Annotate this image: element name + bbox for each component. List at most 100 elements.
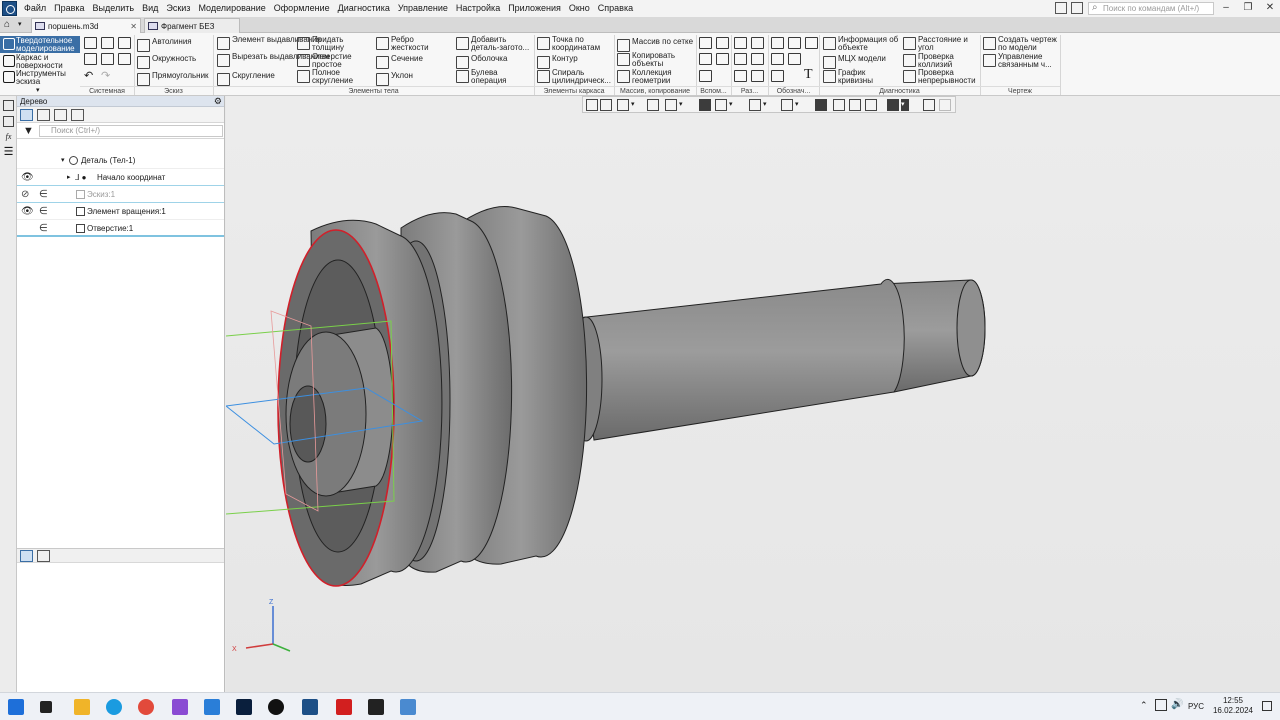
text-icon[interactable]: T (804, 67, 813, 83)
volume-icon[interactable]: 🔊 (1171, 699, 1183, 710)
tray-chevron-icon[interactable]: ⌃ (1140, 700, 1148, 711)
open-folder-icon[interactable] (101, 37, 114, 49)
eye-hidden-icon[interactable]: ⊘ (21, 186, 29, 203)
leader-icon[interactable] (771, 53, 784, 65)
edge-icon[interactable] (106, 699, 122, 715)
mass-properties-button[interactable]: МЦХ модели (822, 55, 886, 69)
tolerance-icon[interactable] (805, 37, 818, 49)
tree-display-icon[interactable] (71, 109, 84, 121)
task-view-icon[interactable] (40, 701, 52, 713)
autoline-button[interactable]: Автолиния (136, 38, 192, 52)
line-icon[interactable] (699, 70, 712, 82)
menu-file[interactable]: Файл (20, 0, 50, 17)
kompas-taskbar-icon[interactable] (302, 699, 318, 715)
zoom-box-icon[interactable] (600, 99, 612, 111)
layers-icon[interactable]: ☰ (3, 147, 14, 159)
photoshop-icon[interactable] (236, 699, 252, 715)
view-cube-icon[interactable] (865, 99, 877, 111)
menu-settings[interactable]: Настройка (452, 0, 504, 17)
mode-solid-modeling[interactable]: Твердотельное моделирование (0, 36, 80, 53)
file-explorer-icon[interactable] (74, 699, 90, 715)
continuity-check-button[interactable]: Проверка непрерывности (902, 69, 982, 85)
filter-dropdown-icon[interactable]: ▾ (901, 99, 909, 111)
measure-icon[interactable] (923, 99, 935, 111)
image-viewer-icon[interactable] (400, 699, 416, 715)
helix-button[interactable]: Спираль цилиндрическ... (536, 69, 612, 85)
draft-button[interactable]: Уклон (375, 72, 413, 86)
3d-viewport[interactable]: Z X (224, 96, 1280, 692)
menu-manage[interactable]: Управление (394, 0, 452, 17)
expand-icon[interactable]: ▸ (67, 169, 71, 186)
zoom-icon[interactable] (617, 99, 629, 111)
tree-item-revolve[interactable]: 👁 ∈ Элемент вращения:1 (17, 203, 224, 220)
maximize-button[interactable]: ❐ (1240, 1, 1256, 15)
shaded-dropdown-icon[interactable]: ▾ (729, 99, 737, 111)
tree-item-sketch[interactable]: ⊘ ∈ Эскиз:1 (17, 186, 224, 203)
menu-help[interactable]: Справка (594, 0, 637, 17)
pan-icon[interactable] (647, 99, 659, 111)
add-blank-button[interactable]: Добавить деталь-загото... (455, 36, 533, 52)
close-button[interactable]: ✕ (1262, 1, 1278, 15)
angle-dimension-icon[interactable] (751, 37, 764, 49)
close-tab-icon[interactable]: ✕ (130, 19, 137, 34)
view-box-icon[interactable] (849, 99, 861, 111)
menu-edit[interactable]: Правка (50, 0, 88, 17)
menu-view[interactable]: Вид (138, 0, 162, 17)
new-document-icon[interactable] (84, 37, 97, 49)
modes-expand-icon[interactable]: ▾ (36, 86, 40, 94)
camera-icon[interactable] (1071, 2, 1083, 14)
system-clock[interactable]: 12:55 16.02.2024 (1212, 696, 1254, 716)
mode-sketch-tools[interactable]: Инструменты эскиза (0, 69, 80, 86)
gear-icon[interactable]: ⚙ (214, 96, 222, 107)
layout-icon[interactable] (1055, 2, 1067, 14)
piston-model[interactable]: Z X (224, 96, 1280, 692)
eye-icon[interactable]: 👁 (21, 203, 34, 220)
command-search-input[interactable]: Поиск по командам (Alt+/) (1088, 2, 1214, 15)
copy-icon[interactable] (101, 53, 114, 65)
rectangle-button[interactable]: Прямоугольник (136, 72, 209, 86)
paste-icon[interactable] (118, 53, 131, 65)
rotate-dropdown-icon[interactable]: ▾ (679, 99, 687, 111)
geometry-collection-button[interactable]: Коллекция геометрии (616, 69, 682, 85)
mark-icon[interactable] (788, 53, 801, 65)
circle-button[interactable]: Окружность (136, 55, 196, 69)
curvature-graph-button[interactable]: График кривизны (822, 69, 888, 85)
fillet-button[interactable]: Скругление (216, 72, 275, 86)
rib-button[interactable]: Ребро жесткости (375, 36, 435, 52)
grid-array-button[interactable]: Массив по сетке (616, 38, 693, 52)
menu-diagnostics[interactable]: Диагностика (334, 0, 394, 17)
app-dark-icon[interactable] (368, 699, 384, 715)
chrome-icon[interactable] (138, 699, 154, 715)
properties-tree-icon[interactable] (20, 550, 33, 562)
tab-fragment[interactable]: Фрагмент БЕЗ ИМЕ... (144, 18, 240, 46)
diameter-icon[interactable] (751, 53, 764, 65)
tree-filter-icon[interactable] (54, 109, 67, 121)
rotate-icon[interactable] (665, 99, 677, 111)
mode-wireframe-surfaces[interactable]: Каркас и поверхности (0, 53, 80, 70)
selection-filter-icon[interactable] (887, 99, 899, 111)
menu-apps[interactable]: Приложения (504, 0, 565, 17)
dimension-icon[interactable] (734, 37, 747, 49)
orientation-icon[interactable] (699, 99, 711, 111)
eye-icon[interactable]: 👁 (21, 169, 34, 186)
full-fillet-button[interactable]: Полное скругление (296, 69, 356, 85)
shell-button[interactable]: Оболочка (455, 55, 507, 69)
menu-select[interactable]: Выделить (89, 0, 139, 17)
collision-check-button[interactable]: Проверка коллизий (902, 53, 972, 69)
undo-icon[interactable]: ↶ (84, 69, 93, 82)
notepad-icon[interactable] (204, 699, 220, 715)
print-icon[interactable] (84, 53, 97, 65)
axis-icon[interactable] (716, 37, 729, 49)
tree-order-icon[interactable] (37, 109, 50, 121)
section-button[interactable]: Сечение (375, 55, 423, 69)
thread-icon[interactable] (771, 70, 784, 82)
app-purple-icon[interactable] (172, 699, 188, 715)
linear-dim-icon[interactable] (734, 70, 747, 82)
roughness-icon[interactable] (771, 37, 784, 49)
language-indicator[interactable]: РУС (1188, 702, 1204, 711)
copy-view-icon[interactable] (833, 99, 845, 111)
section-view-icon[interactable] (815, 99, 827, 111)
plane-icon[interactable] (699, 37, 712, 49)
variables-icon[interactable]: fx (3, 132, 14, 143)
shaded-icon[interactable] (715, 99, 727, 111)
